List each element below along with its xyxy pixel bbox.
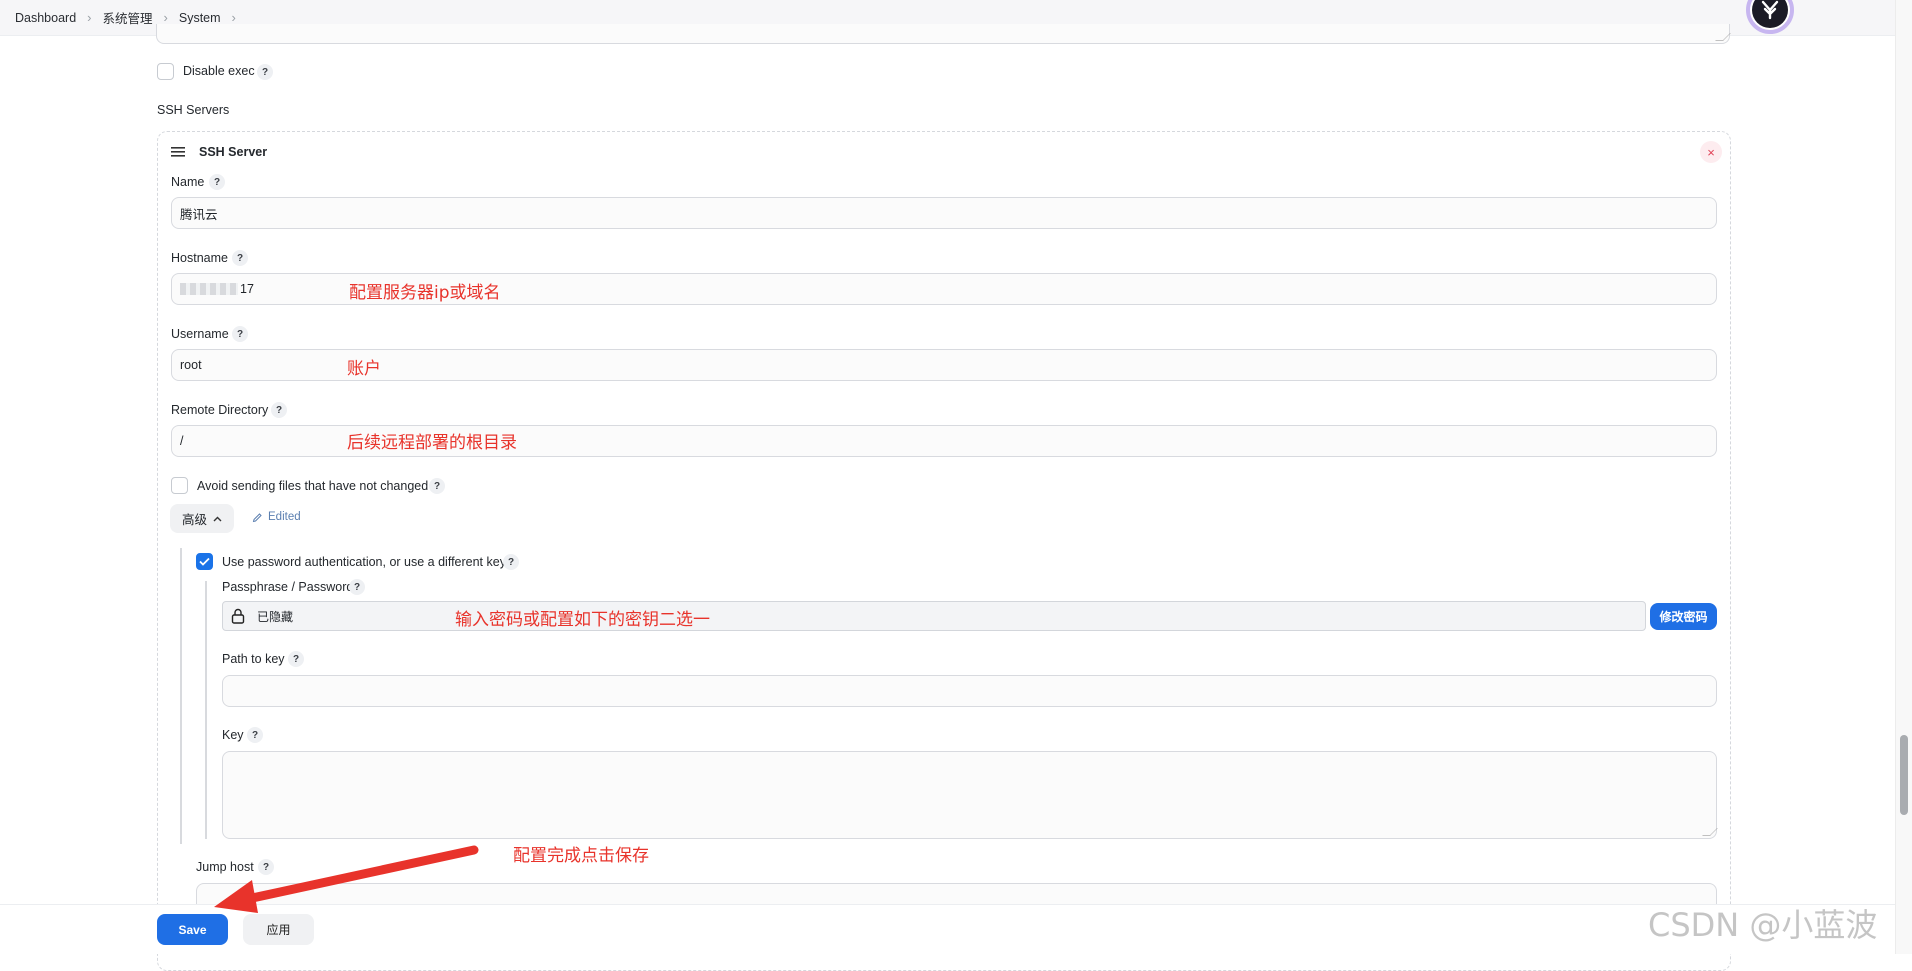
disable-exec-checkbox[interactable]	[157, 63, 174, 80]
chevron-right-icon: ›	[87, 10, 92, 25]
password-section-line	[205, 581, 207, 839]
path-to-key-input[interactable]	[222, 675, 1717, 707]
username-value: root	[180, 358, 202, 372]
remote-directory-value: /	[180, 434, 184, 448]
annotation-password: 输入密码或配置如下的密钥二选一	[455, 610, 710, 630]
edited-label: Edited	[268, 511, 301, 523]
advanced-label: 高级	[181, 513, 207, 527]
passphrase-label: Passphrase / Password	[222, 580, 354, 594]
ssh-servers-label: SSH Servers	[157, 103, 230, 117]
username-label: Username	[171, 327, 229, 341]
annotation-hostname: 配置服务器ip或域名	[349, 283, 501, 303]
watermark: CSDN @小蓝波	[1648, 906, 1878, 944]
save-button[interactable]: Save	[157, 914, 228, 945]
chevron-up-icon	[213, 516, 222, 521]
check-icon	[199, 557, 210, 566]
passphrase-field[interactable]: 已隐藏	[222, 601, 1646, 631]
lock-icon	[231, 608, 245, 624]
ssh-server-title: SSH Server	[199, 145, 268, 159]
name-value: 腾讯云	[180, 207, 218, 222]
help-icon[interactable]: ?	[271, 402, 287, 418]
path-to-key-label: Path to key	[222, 652, 285, 666]
hamburger-icon[interactable]	[171, 146, 185, 158]
disable-exec-label: Disable exec	[183, 64, 255, 78]
annotation-remote-directory: 后续远程部署的根目录	[347, 433, 517, 453]
help-icon[interactable]: ?	[232, 250, 248, 266]
username-input[interactable]: root	[171, 349, 1717, 381]
annotation-save: 配置完成点击保存	[513, 846, 649, 866]
use-password-checkbox[interactable]	[196, 553, 213, 570]
chevron-right-icon: ›	[163, 10, 168, 25]
help-icon[interactable]: ?	[232, 326, 248, 342]
scrollbar-thumb[interactable]	[1900, 735, 1908, 815]
previous-textarea[interactable]	[156, 24, 1731, 44]
help-icon[interactable]: ?	[257, 64, 273, 80]
chevron-right-icon: ›	[231, 10, 236, 25]
redacted-mask	[180, 283, 238, 295]
help-icon[interactable]: ?	[247, 727, 263, 743]
resize-grip-icon[interactable]	[1702, 828, 1718, 836]
help-icon[interactable]: ?	[209, 174, 225, 190]
avoid-sending-checkbox[interactable]	[171, 477, 188, 494]
help-icon[interactable]: ?	[288, 651, 304, 667]
name-label: Name	[171, 175, 205, 189]
use-password-label: Use password authentication, or use a di…	[222, 555, 506, 569]
passphrase-value: 已隐藏	[257, 609, 294, 624]
breadcrumb-dashboard[interactable]: Dashboard	[15, 11, 76, 25]
key-label: Key	[222, 728, 244, 742]
help-icon[interactable]: ?	[503, 554, 519, 570]
change-password-button[interactable]: 修改密码	[1650, 603, 1717, 630]
hostname-value: 17	[240, 282, 254, 296]
close-icon[interactable]: ×	[1700, 141, 1722, 163]
breadcrumb-system-management[interactable]: 系统管理	[103, 8, 153, 27]
avoid-sending-label: Avoid sending files that have not change…	[197, 479, 429, 493]
advanced-section-line	[180, 548, 182, 844]
edited-indicator: Edited	[252, 511, 301, 523]
hostname-label: Hostname	[171, 251, 228, 265]
advanced-button[interactable]: 高级	[170, 504, 234, 533]
help-icon[interactable]: ?	[429, 478, 445, 494]
remote-directory-label: Remote Directory	[171, 403, 269, 417]
help-icon[interactable]: ?	[349, 579, 365, 595]
breadcrumb-system[interactable]: System	[179, 11, 221, 25]
annotation-arrow-icon	[214, 845, 479, 913]
annotation-username: 账户	[347, 359, 381, 379]
apply-button[interactable]: 应用	[243, 914, 314, 945]
name-input[interactable]: 腾讯云	[171, 197, 1717, 229]
logo-icon	[1761, 0, 1779, 20]
pencil-icon	[252, 512, 262, 522]
resize-grip-icon[interactable]	[1715, 33, 1731, 41]
key-textarea[interactable]	[222, 751, 1718, 839]
